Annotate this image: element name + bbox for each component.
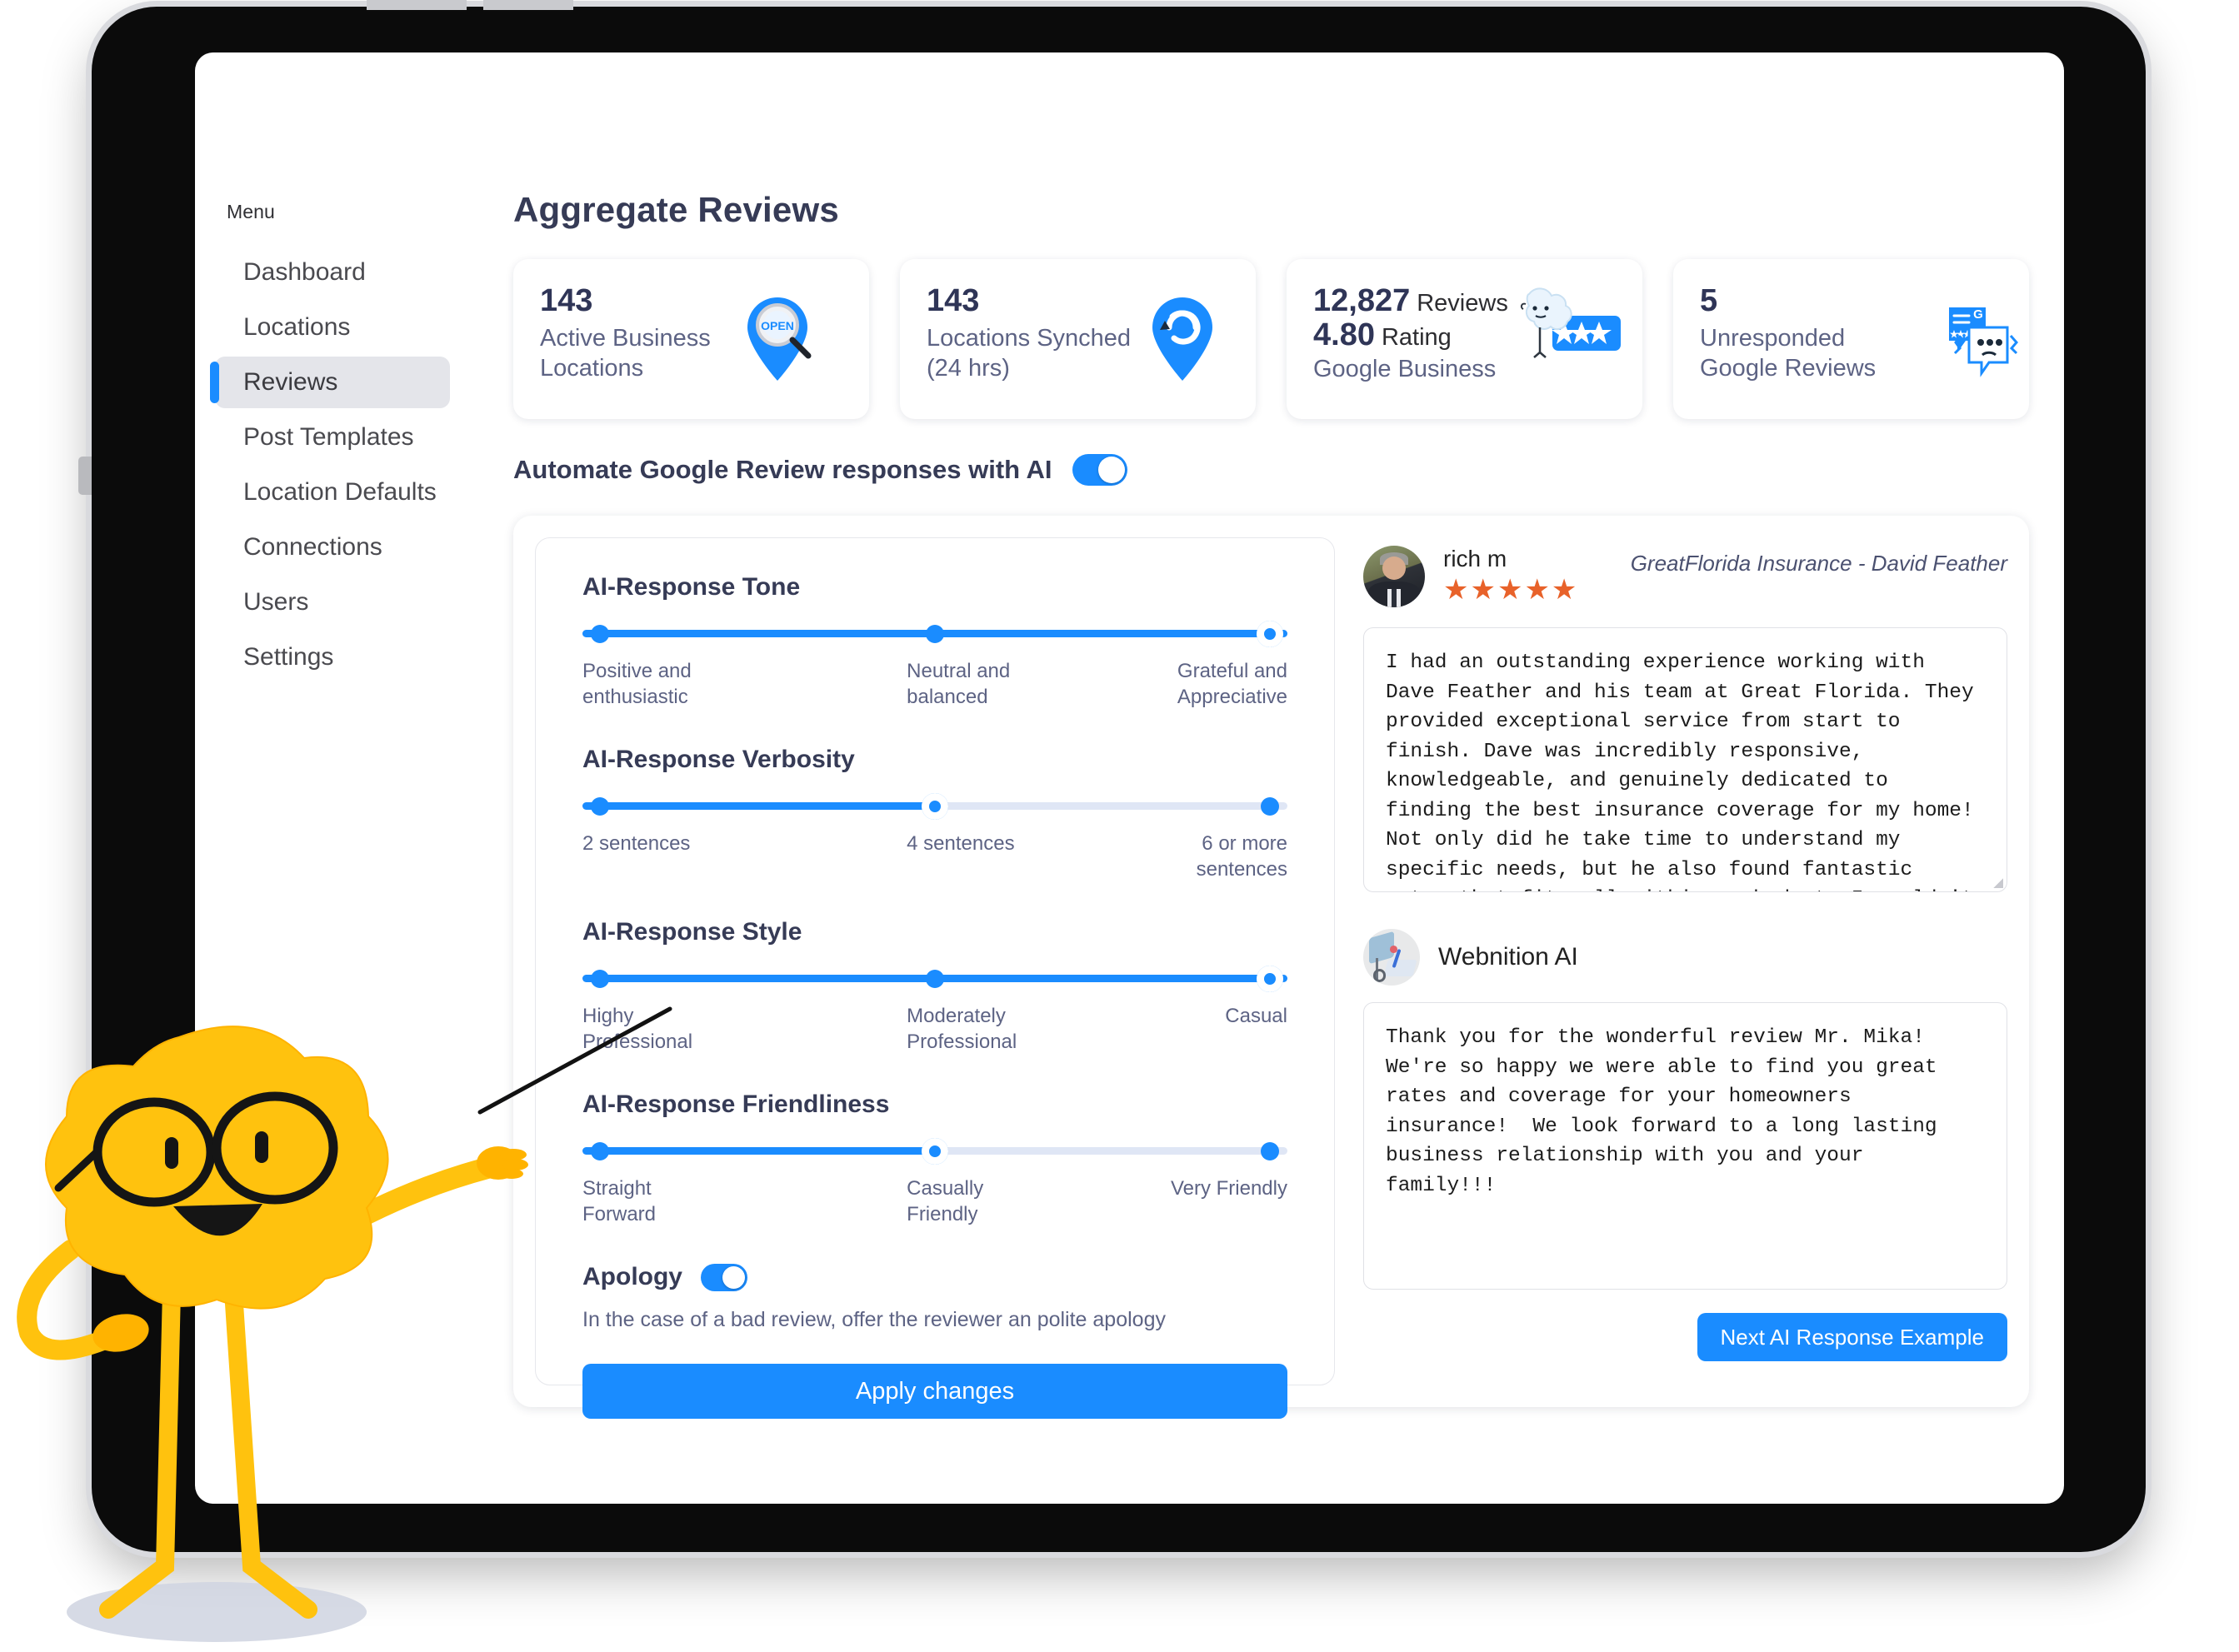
sidebar-item-reviews[interactable]: Reviews <box>210 357 450 408</box>
main-content: Aggregate Reviews 143 Active Business Lo… <box>470 52 2064 1504</box>
verbosity-slider-track[interactable] <box>582 792 1287 820</box>
webnition-ai-avatar-icon <box>1363 929 1420 986</box>
scale-label-end: Grateful and Appreciative <box>1177 660 1287 708</box>
toggle-knob <box>722 1265 745 1289</box>
review-text-box[interactable]: I had an outstanding experience working … <box>1363 627 2007 892</box>
style-slider-thumb[interactable] <box>1256 965 1283 992</box>
sidebar-item-location-defaults[interactable]: Location Defaults <box>215 467 450 518</box>
tone-slider-thumb[interactable] <box>1256 620 1283 647</box>
svg-text:OPEN: OPEN <box>761 319 794 332</box>
scale-label-mid: Casually Friendly <box>907 1177 984 1225</box>
scale-label-end: 6 or more sentences <box>1196 832 1287 881</box>
next-ai-response-example-button[interactable]: Next AI Response Example <box>1697 1313 2007 1361</box>
apology-toggle-switch[interactable] <box>701 1263 747 1291</box>
tablet-device-frame: Menu Dashboard Locations Reviews Post Te… <box>78 0 2146 1552</box>
slider-tick-0[interactable] <box>591 1141 610 1160</box>
slider-tick-1[interactable] <box>926 624 944 643</box>
scale-label-end: Casual <box>1225 1005 1287 1027</box>
toggle-knob <box>1097 457 1125 483</box>
svg-text:G: G <box>1973 307 1983 322</box>
apology-toggle-row: Apology <box>582 1263 1287 1291</box>
apply-changes-button[interactable]: Apply changes <box>582 1364 1287 1419</box>
apology-label: Apology <box>582 1263 682 1290</box>
review-header: rich m ★★★★★ GreatFlorida Insurance - Da… <box>1363 546 2007 607</box>
google-review-chat-icon: G <box>1949 307 2018 377</box>
scale-label-mid: Neutral and balanced <box>907 660 1011 708</box>
reviewer-avatar <box>1363 546 1425 607</box>
slider-tick-1[interactable] <box>926 969 944 988</box>
friendliness-slider-thumb[interactable] <box>922 1137 948 1165</box>
slider-scale: Straight Forward Casually Friendly Very … <box>582 1176 1287 1228</box>
stat-card-unresponded-reviews[interactable]: 5 Unresponded Google Reviews G <box>1673 259 2029 419</box>
tablet-screen: Menu Dashboard Locations Reviews Post Te… <box>195 52 2064 1504</box>
sidebar-item-post-templates[interactable]: Post Templates <box>215 412 450 463</box>
slider-group-tone: AI-Response Tone Positive and enthusiast… <box>582 573 1287 711</box>
reviewer-meta: rich m ★★★★★ <box>1443 546 1578 604</box>
map-pin-open-icon: OPEN <box>747 297 812 381</box>
scale-label-start: 2 sentences <box>582 832 691 855</box>
scale-label-start: Highy Professional <box>582 1005 693 1053</box>
rating-unit: Rating <box>1381 324 1452 352</box>
slider-group-friendliness: AI-Response Friendliness Straight Forwar… <box>582 1091 1287 1228</box>
slider-scale: Highy Professional Moderately Profession… <box>582 1004 1287 1056</box>
sidebar-menu-label: Menu <box>227 201 275 222</box>
ai-response-text-box[interactable]: Thank you for the wonderful review Mr. M… <box>1363 1002 2007 1290</box>
scale-label-end: Very Friendly <box>1170 1177 1287 1200</box>
style-slider-track[interactable] <box>582 965 1287 992</box>
review-preview-column: rich m ★★★★★ GreatFlorida Insurance - Da… <box>1363 537 2007 1385</box>
sidebar-item-locations[interactable]: Locations <box>215 302 450 353</box>
ai-response-settings-card: AI-Response Tone Positive and enthusiast… <box>535 537 1335 1419</box>
slider-tick-2[interactable] <box>1260 796 1279 816</box>
sidebar-item-users[interactable]: Users <box>215 576 450 628</box>
verbosity-slider-thumb[interactable] <box>922 792 948 820</box>
ai-responder-name: Webnition AI <box>1438 943 1578 971</box>
slider-scale: Positive and enthusiastic Neutral and ba… <box>582 659 1287 711</box>
sidebar-item-connections[interactable]: Connections <box>215 522 450 573</box>
rating-value: 4.80 <box>1313 317 1375 353</box>
automate-toggle-switch[interactable] <box>1072 454 1127 486</box>
volume-button[interactable] <box>483 0 573 10</box>
scale-label-start: Straight Forward <box>582 1177 657 1225</box>
stat-card-active-locations[interactable]: 143 Active Business Locations OPEN <box>513 259 869 419</box>
slider-group-verbosity: AI-Response Verbosity 2 sentences 4 sent… <box>582 746 1287 883</box>
map-pin-sync-icon <box>1152 297 1212 381</box>
stat-card-locations-synched[interactable]: 143 Locations Synched (24 hrs) <box>900 259 1256 419</box>
slider-tick-0[interactable] <box>591 624 610 643</box>
page-title: Aggregate Reviews <box>513 190 839 229</box>
stat-card-row: 143 Active Business Locations OPEN 143 L… <box>513 259 2029 419</box>
sidebar-nav: Menu Dashboard Locations Reviews Post Te… <box>195 52 470 1504</box>
scale-label-start: Positive and enthusiastic <box>582 660 692 708</box>
sidebar-item-dashboard[interactable]: Dashboard <box>215 247 450 298</box>
app-root: Menu Dashboard Locations Reviews Post Te… <box>195 52 2064 1504</box>
stat-card-google-business-rating[interactable]: 12,827 Reviews 4.80 Rating Google Business <box>1287 259 1642 419</box>
ai-responder-header: Webnition AI <box>1363 929 2007 986</box>
business-name: GreatFlorida Insurance - David Feather <box>1630 551 2007 576</box>
friendliness-slider-track[interactable] <box>582 1137 1287 1165</box>
review-star-rating: ★★★★★ <box>1443 574 1579 606</box>
stat-label: Unresponded Google Reviews <box>1700 325 1877 382</box>
slider-title: AI-Response Verbosity <box>582 746 855 773</box>
slider-scale: 2 sentences 4 sentences 6 or more senten… <box>582 831 1287 883</box>
scale-label-mid: 4 sentences <box>907 832 1015 855</box>
automate-toggle-row: Automate Google Review responses with AI <box>513 454 2029 486</box>
slider-title: AI-Response Friendliness <box>582 1091 890 1118</box>
star-mascot-rating-icon <box>1520 287 1621 358</box>
slider-tick-0[interactable] <box>591 796 610 816</box>
slider-group-style: AI-Response Style Highy Professional Mod… <box>582 918 1287 1056</box>
scale-label-mid: Moderately Professional <box>907 1005 1017 1053</box>
sidebar-item-settings[interactable]: Settings <box>215 631 450 683</box>
reviews-count: 12,827 <box>1313 283 1411 318</box>
power-button[interactable] <box>367 0 467 10</box>
apology-description: In the case of a bad review, offer the r… <box>582 1308 1166 1331</box>
slider-tick-2[interactable] <box>1260 1141 1279 1160</box>
reviewer-name: rich m <box>1443 546 1507 571</box>
slider-title: AI-Response Tone <box>582 573 801 601</box>
automate-toggle-label: Automate Google Review responses with AI <box>513 455 1052 484</box>
tone-slider-track[interactable] <box>582 620 1287 647</box>
side-button[interactable] <box>78 457 92 495</box>
slider-title: AI-Response Style <box>582 918 802 946</box>
slider-tick-0[interactable] <box>591 969 610 988</box>
ai-settings-panel: AI-Response Tone Positive and enthusiast… <box>513 516 2029 1419</box>
